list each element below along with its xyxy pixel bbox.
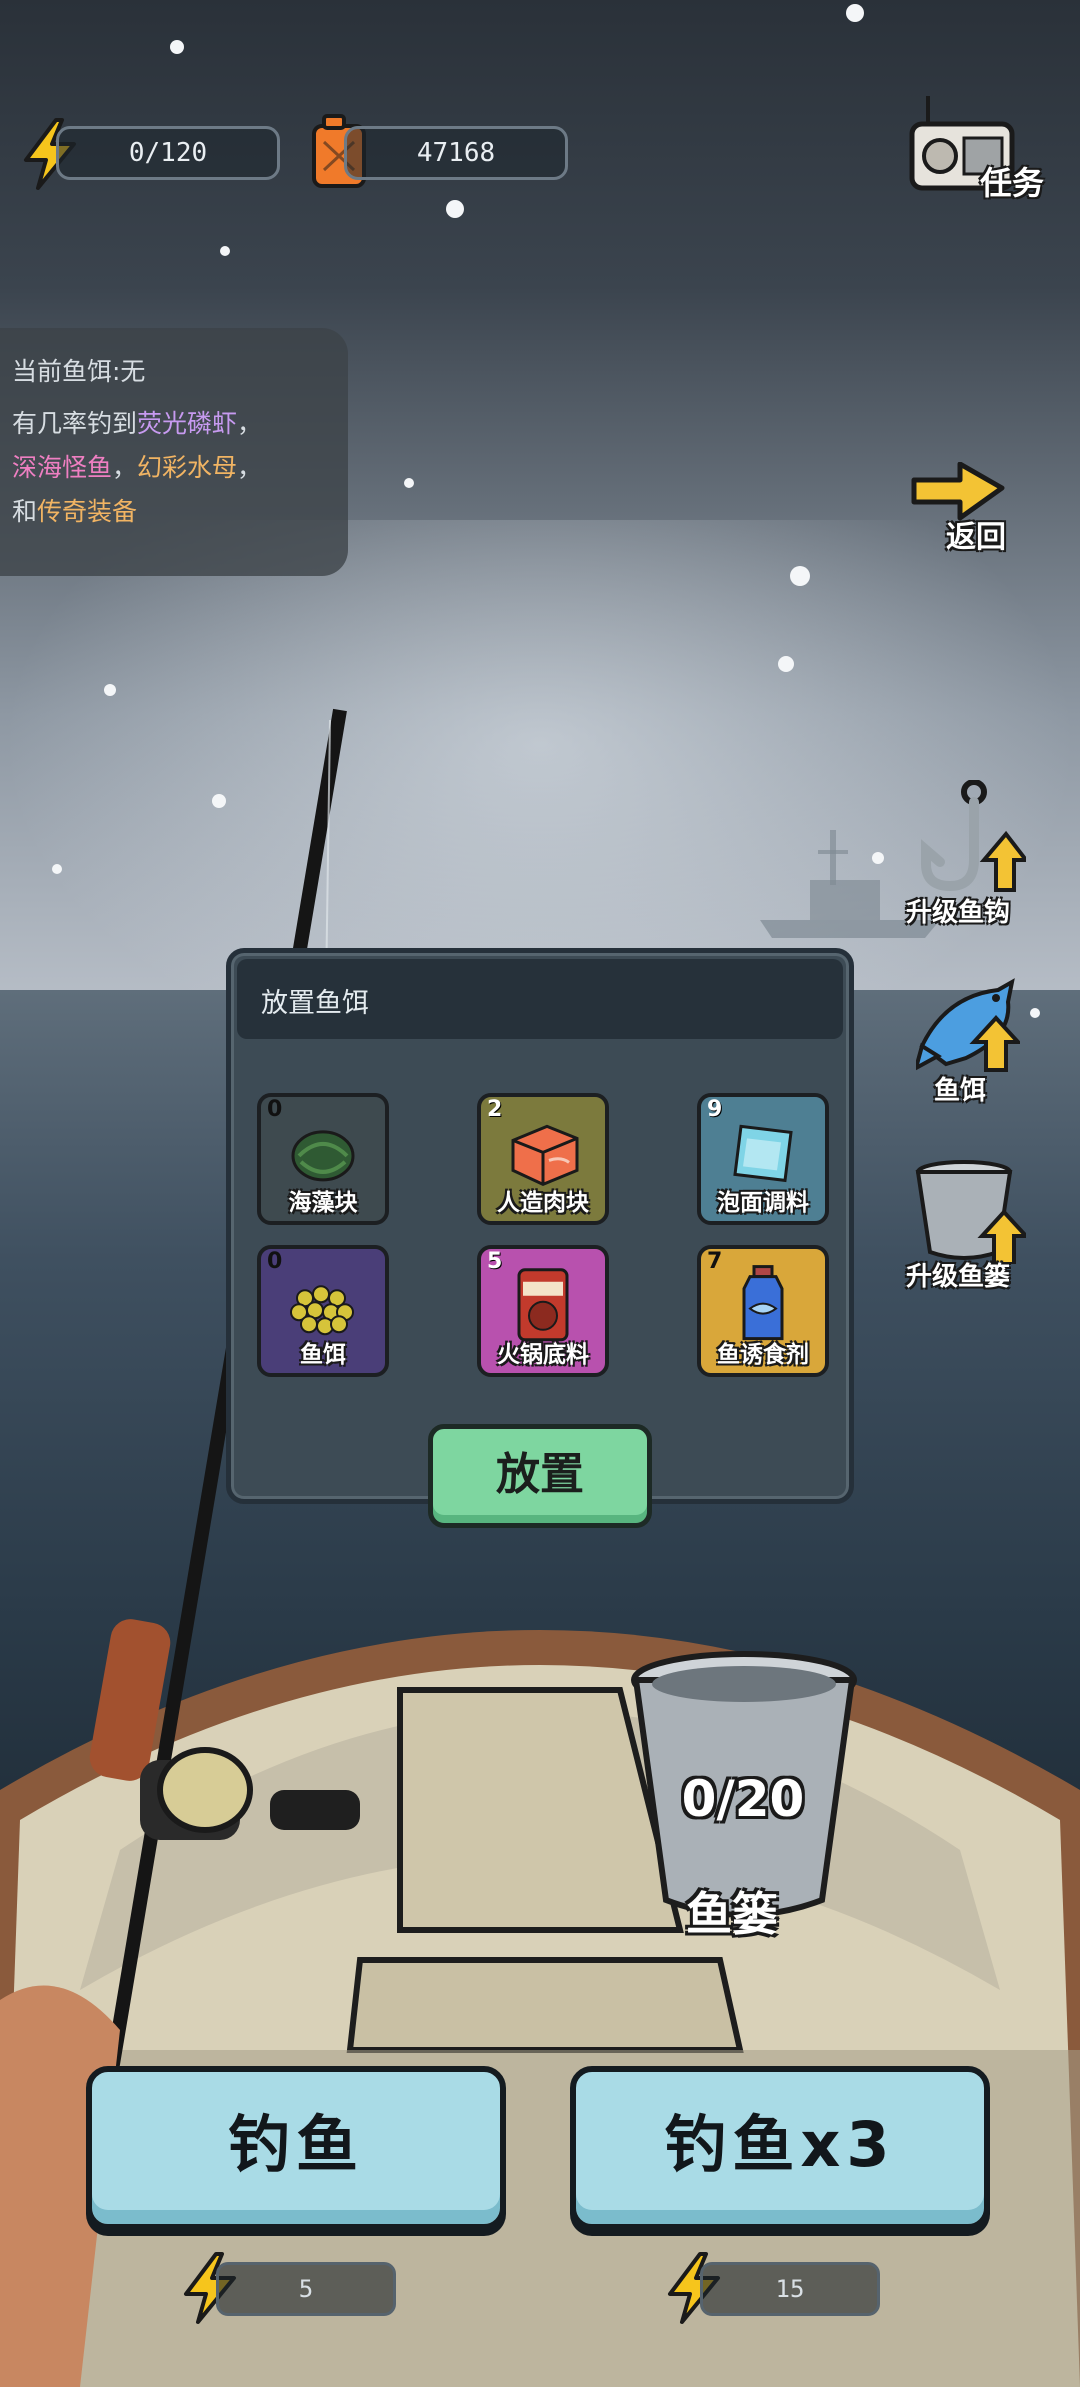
back-label: 返回 bbox=[946, 520, 1006, 555]
item-name: 火锅底料 bbox=[497, 1342, 589, 1368]
meat-cube-icon bbox=[511, 1124, 579, 1187]
place-bait-button[interactable]: 放置 bbox=[428, 1424, 652, 1528]
upgrade-basket-label: 升级鱼篓 bbox=[906, 1262, 1011, 1292]
snowflake bbox=[446, 200, 464, 218]
bait-slot-artificial-meat[interactable]: 2 人造肉块 bbox=[477, 1093, 609, 1225]
chance-text: 有几率钓到 bbox=[12, 409, 138, 438]
bait-slot-fish-bait[interactable]: 0 鱼饵 bbox=[257, 1245, 389, 1377]
bait-chance-line-3: 和传奇装备 bbox=[12, 490, 338, 534]
item-name: 鱼诱食剂 bbox=[717, 1342, 809, 1368]
item-name: 人造肉块 bbox=[497, 1190, 589, 1216]
seaweed-icon bbox=[291, 1130, 355, 1182]
upgrade-basket-button[interactable]: 升级鱼篓 bbox=[906, 1160, 1036, 1296]
attractant-bottle-icon bbox=[742, 1265, 784, 1341]
snowflake bbox=[1030, 1008, 1040, 1018]
snowflake bbox=[846, 4, 864, 22]
bucket-icon bbox=[915, 1160, 1026, 1264]
item-count: 7 bbox=[707, 1249, 723, 1274]
fish-button[interactable]: 钓鱼 bbox=[86, 2066, 506, 2230]
snowflake bbox=[872, 852, 884, 864]
task-label: 任务 bbox=[980, 164, 1045, 202]
current-bait-text: 当前鱼饵:无 bbox=[12, 357, 146, 386]
place-bait-dialog: 放置鱼饵 0 海藻块 2 人造肉块 9 泡面调料 0 鱼饵 5 火锅底料 7 鱼… bbox=[226, 948, 854, 1504]
upgrade-hook-label: 升级鱼钩 bbox=[906, 898, 1011, 928]
snowflake bbox=[220, 246, 230, 256]
rare-catch-3: 幻彩水母 bbox=[137, 453, 238, 482]
item-name: 泡面调料 bbox=[717, 1190, 809, 1216]
rare-catch-4: 传奇装备 bbox=[37, 497, 138, 526]
item-count: 9 bbox=[707, 1097, 723, 1122]
bait-chance-line-2: 深海怪鱼，幻彩水母， bbox=[12, 446, 338, 490]
bait-button[interactable]: 鱼饵 bbox=[916, 976, 1026, 1106]
rare-catch-2: 深海怪鱼 bbox=[12, 453, 113, 482]
item-count: 5 bbox=[487, 1249, 503, 1274]
bait-chance-line-1: 有几率钓到荧光磷虾， bbox=[12, 402, 338, 446]
rare-catch-1: 荧光磷虾 bbox=[137, 409, 238, 438]
bait-pellets-icon bbox=[290, 1285, 354, 1336]
bait-slot-hotpot-base[interactable]: 5 火锅底料 bbox=[477, 1245, 609, 1377]
seasoning-packet-icon bbox=[733, 1124, 793, 1183]
fish-x3-energy-cost: 15 bbox=[700, 2262, 880, 2316]
item-name: 海藻块 bbox=[288, 1190, 358, 1216]
bait-label: 鱼饵 bbox=[934, 1076, 987, 1106]
dialog-header: 放置鱼饵 bbox=[237, 959, 843, 1039]
bait-info-panel: 当前鱼饵:无 有几率钓到荧光磷虾， 深海怪鱼，幻彩水母， 和传奇装备 bbox=[0, 328, 348, 576]
item-count: 2 bbox=[487, 1097, 503, 1122]
hotpot-package-icon bbox=[517, 1268, 569, 1342]
fish-x3-button[interactable]: 钓鱼x3 bbox=[570, 2066, 990, 2230]
separator: ， bbox=[237, 453, 263, 482]
separator: ， bbox=[237, 409, 263, 438]
fish-energy-cost: 5 bbox=[216, 2262, 396, 2316]
bait-slot-noodle-seasoning[interactable]: 9 泡面调料 bbox=[697, 1093, 829, 1225]
separator: ， bbox=[112, 453, 138, 482]
snowflake bbox=[404, 478, 414, 488]
item-count: 0 bbox=[267, 1097, 283, 1122]
fish-icon bbox=[916, 978, 1020, 1072]
upgrade-hook-button[interactable]: 升级鱼钩 bbox=[906, 780, 1036, 930]
and-text: 和 bbox=[12, 497, 38, 526]
energy-counter: 0/120 bbox=[56, 126, 280, 180]
hook-icon bbox=[921, 780, 1026, 892]
bait-slot-fish-attractant[interactable]: 7 鱼诱食剂 bbox=[697, 1245, 829, 1377]
item-name: 鱼饵 bbox=[300, 1342, 346, 1368]
fuel-counter: 47168 bbox=[344, 126, 568, 180]
bait-slot-seaweed[interactable]: 0 海藻块 bbox=[257, 1093, 389, 1225]
snowflake bbox=[790, 566, 810, 586]
snowflake bbox=[104, 684, 116, 696]
dialog-title: 放置鱼饵 bbox=[261, 988, 369, 1019]
basket-label: 鱼篓 bbox=[686, 1887, 778, 1941]
item-count: 0 bbox=[267, 1249, 283, 1274]
snowflake bbox=[170, 40, 184, 54]
snowflake bbox=[778, 656, 794, 672]
back-button[interactable]: 返回 bbox=[910, 462, 1020, 555]
task-button[interactable]: 任务 bbox=[908, 94, 1058, 212]
catch-count: 0/20 bbox=[681, 1770, 805, 1828]
